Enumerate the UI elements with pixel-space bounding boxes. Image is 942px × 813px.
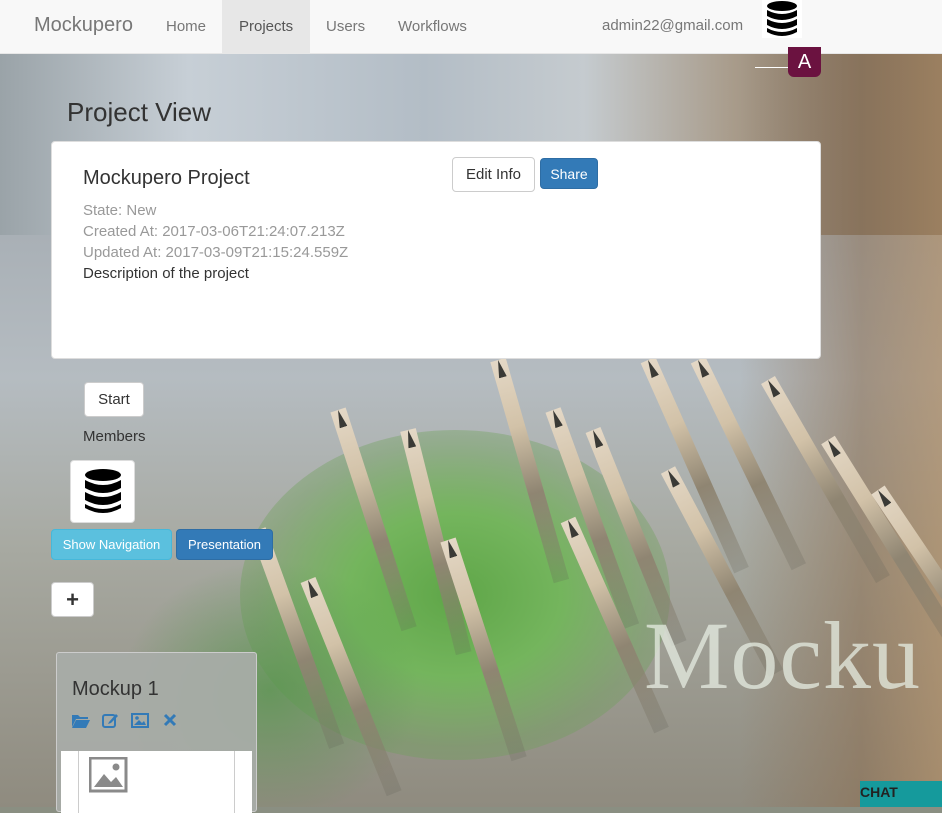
image-icon[interactable] bbox=[131, 711, 149, 729]
mockup-card[interactable]: Mockup 1 bbox=[56, 652, 257, 813]
avatar[interactable]: A bbox=[788, 47, 821, 77]
remove-icon[interactable] bbox=[161, 711, 179, 729]
database-icon bbox=[85, 469, 121, 513]
start-button[interactable]: Start bbox=[84, 382, 144, 417]
nav-users[interactable]: Users bbox=[309, 0, 382, 53]
project-updated-at: Updated At: 2017-03-09T21:15:24.559Z bbox=[83, 244, 349, 261]
brand-logo[interactable]: Mockupero bbox=[34, 14, 133, 37]
members-label: Members bbox=[83, 428, 146, 445]
image-placeholder-icon bbox=[89, 757, 128, 793]
mockup-title: Mockup 1 bbox=[72, 678, 159, 700]
nav-workflows[interactable]: Workflows bbox=[381, 0, 484, 53]
project-description: Description of the project bbox=[83, 265, 249, 282]
nav-projects[interactable]: Projects bbox=[222, 0, 311, 53]
project-name: Mockupero Project bbox=[83, 167, 250, 189]
top-navbar: Mockupero Home Projects Users Workflows … bbox=[0, 0, 942, 54]
project-info-panel: Mockupero Project State: New Created At:… bbox=[51, 141, 821, 359]
edit-icon[interactable] bbox=[101, 711, 119, 729]
presentation-button[interactable]: Presentation bbox=[176, 529, 273, 560]
project-created-at: Created At: 2017-03-06T21:24:07.213Z bbox=[83, 223, 345, 240]
user-email[interactable]: admin22@gmail.com bbox=[602, 17, 743, 34]
chat-widget[interactable]: CHAT bbox=[860, 781, 942, 807]
nav-home[interactable]: Home bbox=[149, 0, 223, 53]
database-icon[interactable] bbox=[762, 0, 802, 38]
edit-info-button[interactable]: Edit Info bbox=[452, 157, 535, 192]
avatar-underline bbox=[755, 67, 788, 68]
show-navigation-button[interactable]: Show Navigation bbox=[51, 529, 172, 560]
share-button[interactable]: Share bbox=[540, 158, 598, 189]
page-title: Project View bbox=[67, 97, 212, 127]
add-mockup-button[interactable]: + bbox=[51, 582, 94, 617]
background-watermark: Mocku bbox=[644, 602, 921, 709]
member-avatar[interactable] bbox=[70, 460, 135, 523]
project-state: State: New bbox=[83, 202, 157, 219]
mockup-thumbnail[interactable] bbox=[78, 751, 235, 813]
folder-open-icon[interactable] bbox=[71, 711, 90, 729]
